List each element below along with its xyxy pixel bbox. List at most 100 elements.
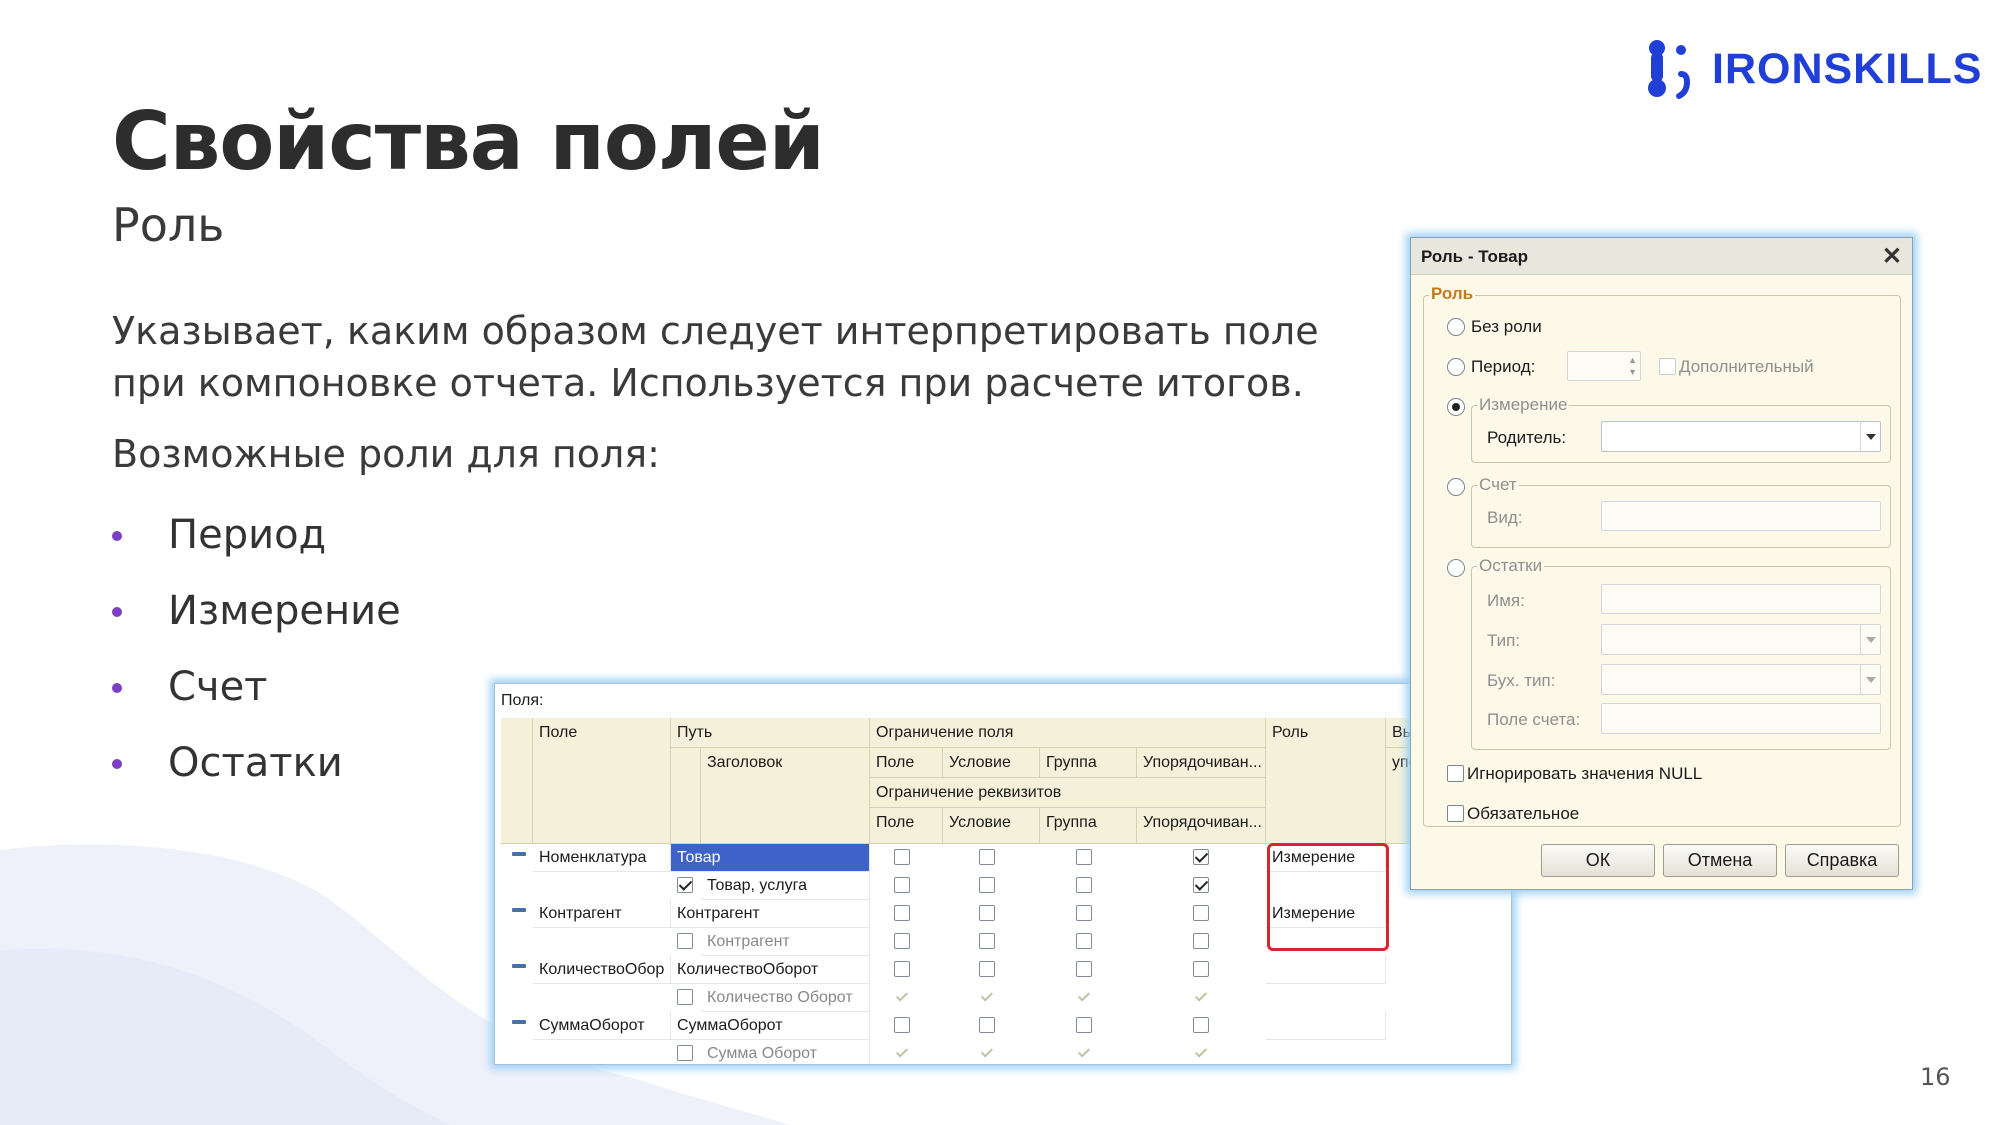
header-sub-group[interactable]: Группа (1040, 748, 1137, 778)
row-heading[interactable]: Сумма Оборот (701, 1040, 870, 1064)
checkbox-ignore-null[interactable] (1447, 765, 1464, 782)
row-path[interactable]: Контрагент (671, 900, 870, 928)
chevron-down-icon[interactable] (1860, 625, 1880, 654)
checkbox[interactable] (894, 849, 910, 865)
checkbox[interactable] (1076, 849, 1092, 865)
collapse-icon[interactable] (512, 964, 526, 968)
checkbox[interactable] (894, 877, 910, 893)
checkbox[interactable] (1076, 933, 1092, 949)
checkbox[interactable] (894, 905, 910, 921)
checkbox-disabled (1193, 1045, 1209, 1061)
row-field[interactable]: Контрагент (533, 900, 671, 928)
row-heading[interactable]: Товар, услуга (701, 872, 870, 900)
checkbox[interactable] (677, 1045, 693, 1061)
dimension-title: Измерение (1479, 395, 1568, 414)
checkbox[interactable] (1193, 905, 1209, 921)
checkbox-additional[interactable] (1659, 358, 1676, 375)
header-attr-order[interactable]: Упорядочиван... (1137, 808, 1266, 844)
chevron-down-icon[interactable] (1860, 422, 1880, 451)
role-label: Измерение (168, 588, 401, 634)
role-highlight-box (1267, 843, 1389, 951)
header-attr-field[interactable]: Поле (870, 808, 943, 844)
header-attr-condition[interactable]: Условие (943, 808, 1040, 844)
type-dropdown[interactable] (1601, 624, 1881, 655)
checkbox-checked[interactable] (677, 877, 693, 893)
parent-dropdown[interactable] (1601, 421, 1881, 452)
label-acc-type: Бух. тип: (1487, 671, 1556, 690)
checkbox[interactable] (1076, 877, 1092, 893)
checkbox[interactable] (979, 961, 995, 977)
row-field[interactable]: КоличествоОбор (533, 956, 671, 984)
stepper-down-icon[interactable]: ▼ (1628, 367, 1637, 377)
cancel-button[interactable]: Отмена (1663, 844, 1777, 877)
name-field[interactable] (1601, 584, 1881, 614)
checkbox[interactable] (1193, 961, 1209, 977)
row-field[interactable]: Номенклатура (533, 844, 671, 872)
checkbox[interactable] (1076, 961, 1092, 977)
checkbox[interactable] (979, 933, 995, 949)
checkbox-checked[interactable] (1193, 849, 1209, 865)
collapse-icon[interactable] (512, 852, 526, 856)
close-icon[interactable]: ✕ (1882, 242, 1902, 271)
header-spacer (671, 748, 701, 844)
header-field[interactable]: Поле (533, 718, 671, 844)
checkbox-required[interactable] (1447, 805, 1464, 822)
checkbox[interactable] (1193, 1017, 1209, 1033)
collapse-icon[interactable] (512, 1020, 526, 1024)
checkbox[interactable] (979, 877, 995, 893)
checkbox[interactable] (677, 933, 693, 949)
bullet-icon (112, 607, 122, 617)
header-field-restriction[interactable]: Ограничение поля (870, 718, 1266, 748)
checkbox[interactable] (894, 1017, 910, 1033)
kind-field[interactable] (1601, 501, 1881, 531)
collapse-icon[interactable] (512, 908, 526, 912)
logo-text: IRONSKILLS (1712, 45, 1983, 93)
ok-button[interactable]: ОК (1541, 844, 1655, 877)
acc-type-dropdown[interactable] (1601, 664, 1881, 695)
row-role[interactable] (1266, 1012, 1386, 1040)
checkbox[interactable] (979, 849, 995, 865)
checkbox[interactable] (979, 1017, 995, 1033)
acc-field-input[interactable] (1601, 703, 1881, 734)
checkbox[interactable] (1076, 1017, 1092, 1033)
checkbox[interactable] (894, 961, 910, 977)
radio-account[interactable] (1447, 478, 1465, 496)
period-stepper[interactable]: ▲ ▼ (1567, 351, 1641, 381)
grid-caption: Поля: (501, 692, 544, 709)
row-role[interactable] (1266, 956, 1386, 984)
header-sub-order[interactable]: Упорядочиван... (1137, 748, 1266, 778)
header-role[interactable]: Роль (1266, 718, 1386, 844)
bullet-icon (112, 683, 122, 693)
row-field[interactable]: СуммаОборот (533, 1012, 671, 1040)
row-path[interactable]: СуммаОборот (671, 1012, 870, 1040)
header-heading[interactable]: Заголовок (701, 748, 870, 844)
page-number: 16 (1920, 1063, 1951, 1091)
role-label: Период (168, 512, 327, 558)
checkbox[interactable] (1193, 933, 1209, 949)
header-path[interactable]: Путь (671, 718, 870, 748)
checkbox-checked[interactable] (1193, 877, 1209, 893)
radio-period[interactable] (1447, 358, 1465, 376)
dialog-title: Роль - Товар (1421, 247, 1528, 266)
radio-balance[interactable] (1447, 559, 1465, 577)
row-heading[interactable]: Количество Оборот (701, 984, 870, 1012)
header-sub-field[interactable]: Поле (870, 748, 943, 778)
row-heading[interactable]: Контрагент (701, 928, 870, 956)
radio-dimension-selected[interactable] (1447, 398, 1465, 416)
label-ignore-null: Игнорировать значения NULL (1467, 764, 1703, 783)
label-acc-field: Поле счета: (1487, 710, 1581, 729)
header-attr-restriction[interactable]: Ограничение реквизитов (870, 778, 1266, 808)
account-title: Счет (1479, 475, 1517, 494)
row-path[interactable]: КоличествоОборот (671, 956, 870, 984)
radio-none[interactable] (1447, 318, 1465, 336)
row-path[interactable]: Товар (671, 844, 870, 872)
chevron-down-icon[interactable] (1860, 665, 1880, 694)
stepper-up-icon[interactable]: ▲ (1628, 355, 1637, 365)
header-sub-condition[interactable]: Условие (943, 748, 1040, 778)
checkbox[interactable] (894, 933, 910, 949)
checkbox[interactable] (979, 905, 995, 921)
checkbox[interactable] (1076, 905, 1092, 921)
checkbox[interactable] (677, 989, 693, 1005)
help-button[interactable]: Справка (1785, 844, 1899, 877)
header-attr-group[interactable]: Группа (1040, 808, 1137, 844)
